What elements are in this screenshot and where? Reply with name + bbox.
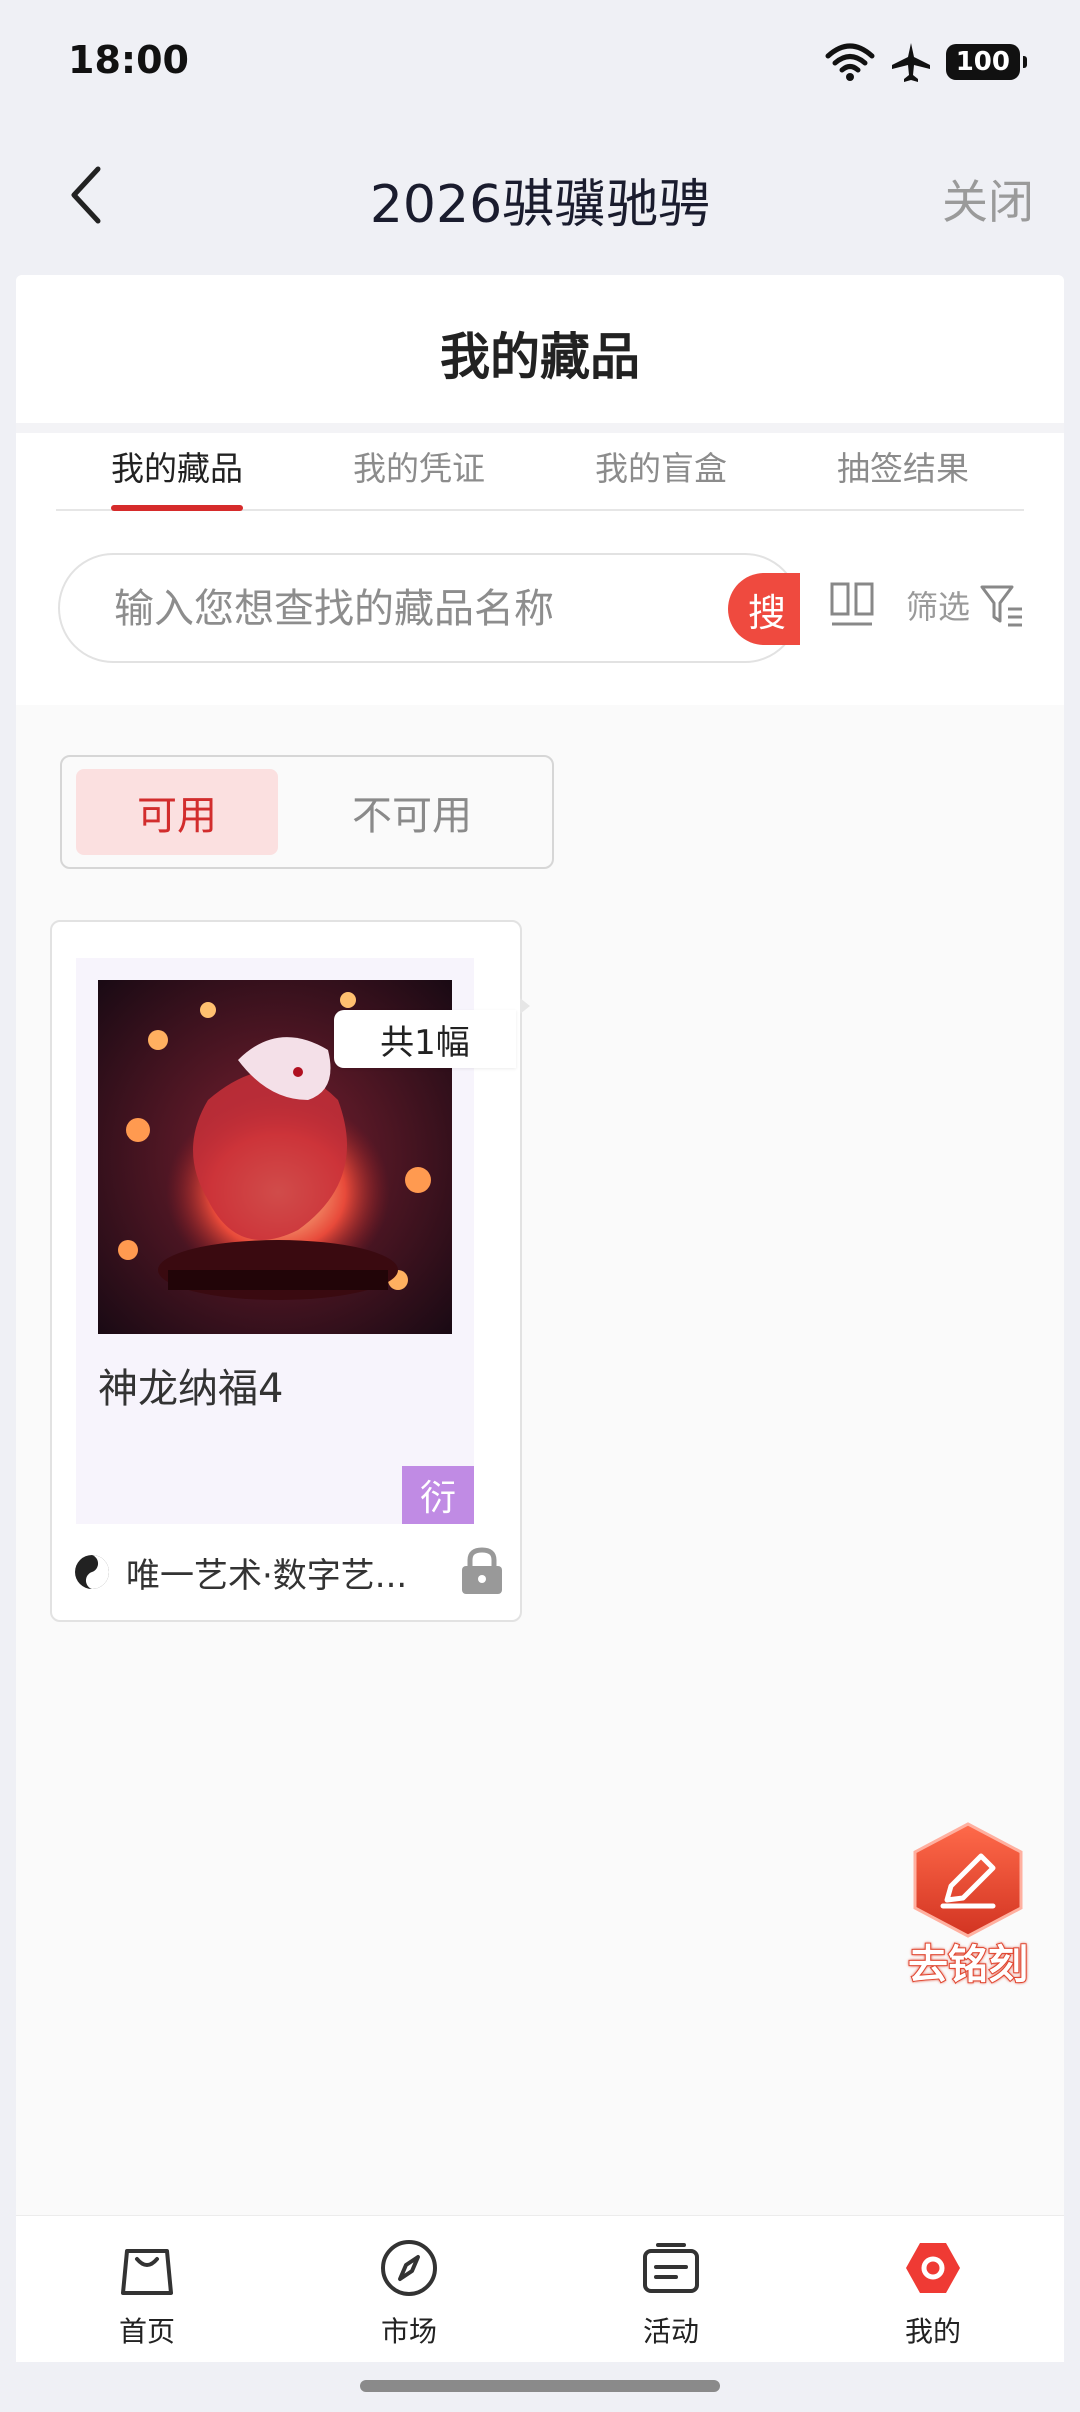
derivative-tag: 衍 [402, 1466, 474, 1524]
status-icons: 100 [824, 38, 1028, 86]
nav-title: 2026骐骥驰骋 [369, 175, 711, 235]
nav-market[interactable]: 市场 [278, 2216, 540, 2362]
compass-icon [379, 2238, 439, 2298]
filter-label: 筛选 [906, 588, 971, 626]
tab-my-blind-boxes[interactable]: 我的盲盒 [540, 433, 782, 509]
publisher-name: 唯一艺术·数字艺... [126, 1555, 408, 1596]
lock-icon [460, 1546, 504, 1600]
engrave-button[interactable]: 去铭刻 [903, 1820, 1033, 1990]
filter-icon [980, 585, 1023, 627]
search-input[interactable] [114, 579, 674, 639]
nav-mine-label: 我的 [904, 2315, 961, 2348]
card-footer: 唯一艺术·数字艺... [74, 1542, 504, 1602]
search-box: 搜 [58, 553, 800, 663]
nav-bar: 2026骐骥驰骋 关闭 [0, 130, 1080, 260]
availability-toggle: 可用 不可用 [60, 755, 554, 869]
nav-home-label: 首页 [118, 2315, 175, 2348]
grid-view-icon [830, 582, 874, 626]
bottom-nav: 首页 市场 活动 我的 [16, 2215, 1064, 2362]
page-title: 我的藏品 [440, 328, 640, 386]
search-button[interactable]: 搜 [728, 573, 800, 645]
tab-my-collection[interactable]: 我的藏品 [56, 433, 298, 511]
collectible-name: 神龙纳福4 [98, 1366, 284, 1412]
tab-draw-results[interactable]: 抽签结果 [782, 433, 1024, 509]
unavailable-option[interactable]: 不可用 [298, 769, 526, 855]
home-indicator[interactable] [360, 2380, 720, 2392]
layout-toggle-button[interactable] [828, 578, 876, 638]
ticket-icon [641, 2238, 701, 2298]
engrave-label: 去铭刻 [907, 1941, 1029, 1989]
tab-my-vouchers[interactable]: 我的凭证 [298, 433, 540, 509]
close-button[interactable]: 关闭 [942, 166, 1034, 232]
filter-button[interactable]: 筛选 [906, 581, 1026, 629]
wifi-icon [825, 43, 875, 81]
divider [16, 423, 1064, 433]
count-badge: 共1幅 [334, 998, 530, 1068]
profile-icon [903, 2238, 963, 2298]
nav-mine[interactable]: 我的 [802, 2216, 1064, 2362]
battery-indicator: 100 [945, 44, 1028, 80]
status-bar: 18:00 100 [0, 0, 1080, 120]
status-time: 18:00 [68, 38, 189, 82]
panel-controls: 我的藏品 我的凭证 我的盲盒 抽签结果 搜 筛选 [16, 433, 1064, 705]
bag-icon [117, 2238, 177, 2298]
panel-header: 我的藏品 [16, 275, 1064, 423]
nav-market-label: 市场 [380, 2315, 437, 2348]
nav-home[interactable]: 首页 [16, 2216, 278, 2362]
available-option[interactable]: 可用 [76, 769, 278, 855]
airplane-icon [891, 43, 930, 82]
pen-hexagon-icon [913, 1822, 1023, 1938]
tab-bar: 我的藏品 我的凭证 我的盲盒 抽签结果 [56, 433, 1024, 511]
nav-activity[interactable]: 活动 [540, 2216, 802, 2362]
publisher-logo-icon [74, 1554, 110, 1590]
nav-activity-label: 活动 [642, 2315, 699, 2348]
collection-card[interactable]: 神龙纳福4 衍 共1幅 唯一艺术·数字艺... [50, 920, 530, 1622]
